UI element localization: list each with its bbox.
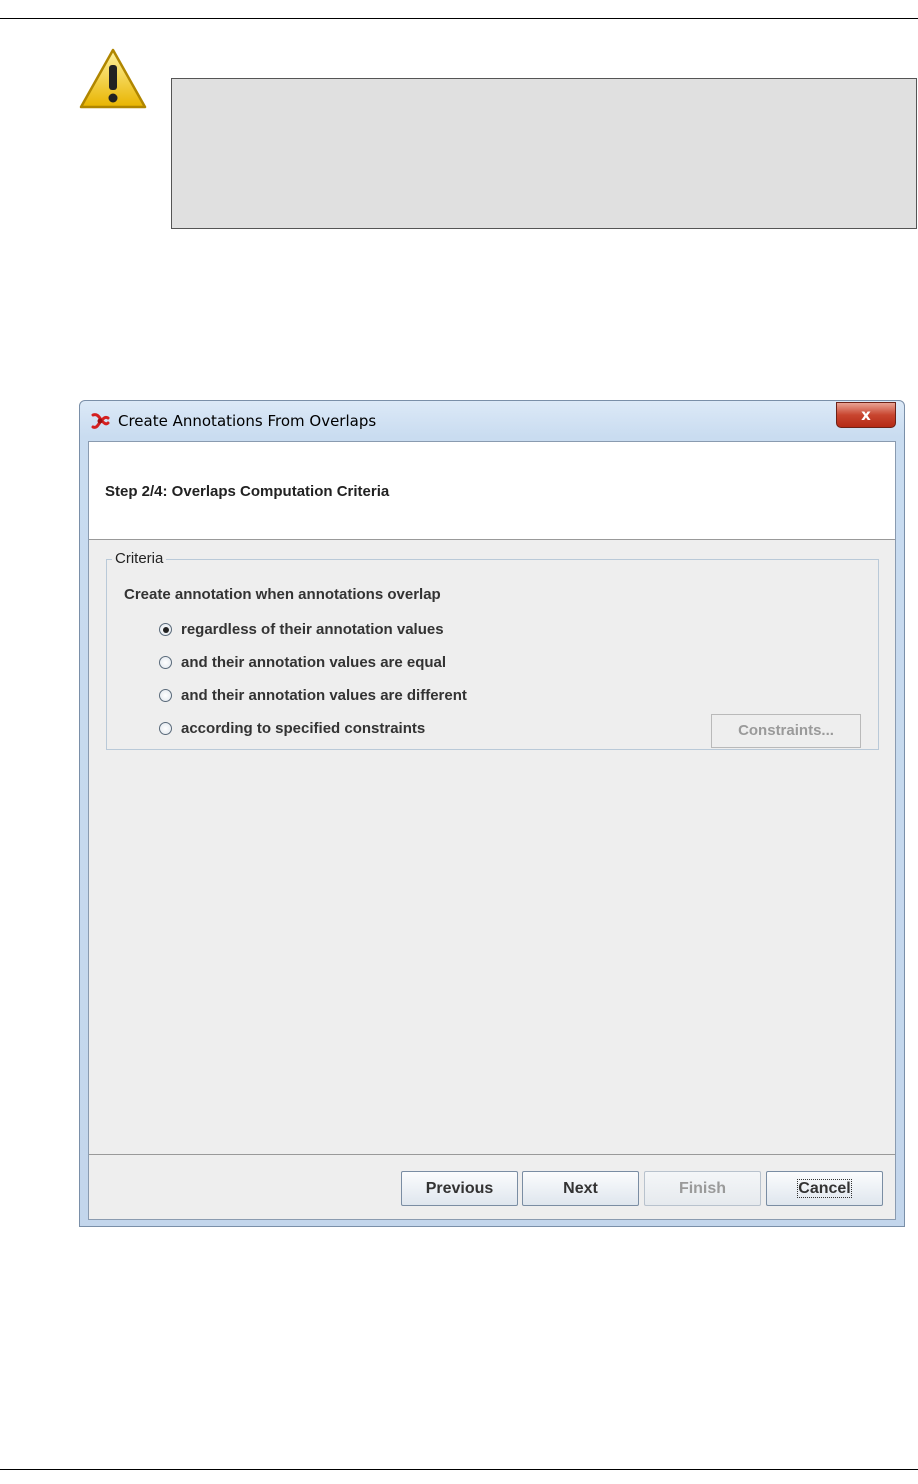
cancel-button[interactable]: Cancel — [766, 1171, 883, 1206]
next-button[interactable]: Next — [522, 1171, 639, 1206]
criteria-description: Create annotation when annotations overl… — [124, 586, 441, 603]
close-button[interactable]: x — [836, 402, 896, 428]
radio-button[interactable] — [159, 689, 172, 702]
constraints-button[interactable]: Constraints... — [711, 714, 861, 748]
dialog-body: Step 2/4: Overlaps Computation Criteria … — [88, 441, 896, 1220]
criteria-legend: Criteria — [112, 550, 167, 567]
radio-label[interactable]: according to specified constraints — [181, 720, 425, 737]
step-header: Step 2/4: Overlaps Computation Criteria — [89, 442, 895, 540]
dialog-title: Create Annotations From Overlaps — [118, 412, 377, 430]
finish-button[interactable]: Finish — [644, 1171, 761, 1206]
radio-button[interactable] — [159, 656, 172, 669]
page-header-rule — [0, 18, 918, 19]
radio-label[interactable]: and their annotation values are equal — [181, 654, 446, 671]
step-title: Step 2/4: Overlaps Computation Criteria — [105, 483, 390, 500]
radio-label[interactable]: and their annotation values are differen… — [181, 687, 467, 704]
title-bar[interactable]: Create Annotations From Overlaps x — [80, 401, 904, 441]
criteria-group: Criteria Create annotation when annotati… — [106, 550, 879, 750]
gate-app-icon — [91, 413, 110, 429]
radio-button[interactable] — [159, 722, 172, 735]
previous-button[interactable]: Previous — [401, 1171, 518, 1206]
button-bar: Previous Next Finish Cancel — [89, 1154, 895, 1220]
warning-icon — [79, 48, 147, 109]
radio-button-checked[interactable] — [159, 623, 172, 636]
page-footer-rule — [0, 1469, 918, 1470]
radio-label[interactable]: regardless of their annotation values — [181, 621, 444, 638]
cancel-button-label: Cancel — [797, 1179, 852, 1198]
warning-box — [171, 78, 917, 229]
close-icon: x — [861, 406, 871, 424]
create-annotations-dialog: Create Annotations From Overlaps x Step … — [79, 400, 905, 1227]
